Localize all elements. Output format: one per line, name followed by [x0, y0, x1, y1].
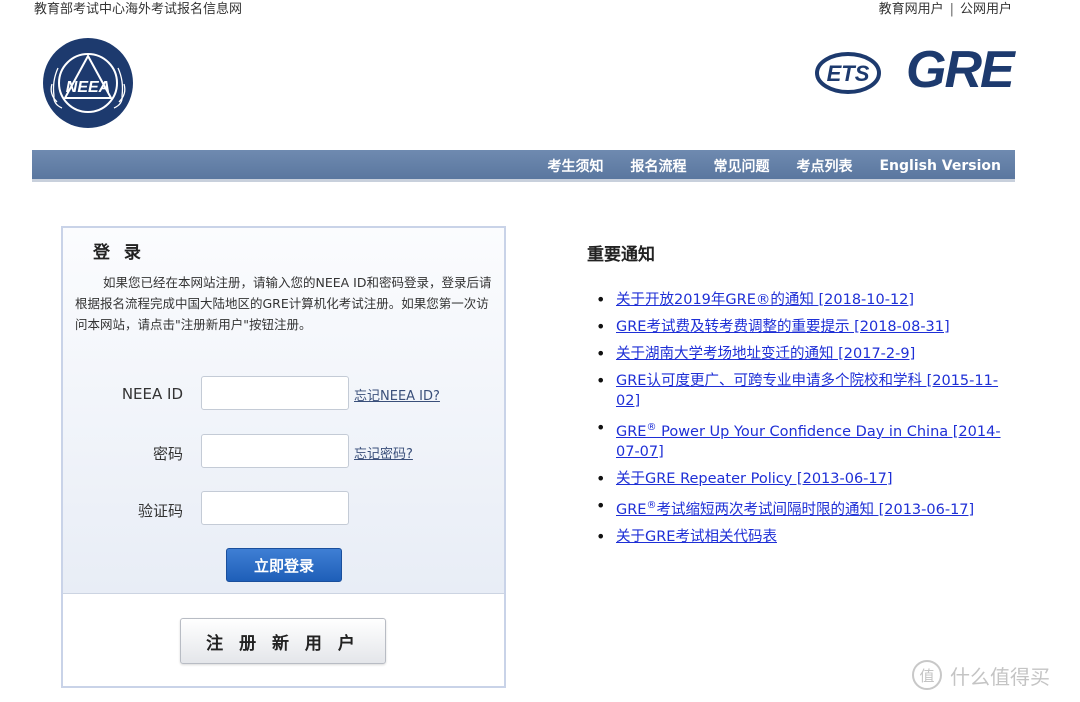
registered-mark: ®	[646, 422, 657, 433]
public-user-link[interactable]: 公网用户	[960, 2, 1012, 17]
registered-mark: ®	[646, 499, 657, 511]
notice-link-part: Power Up Your Confidence Day in China [2…	[616, 423, 1001, 460]
password-label: 密码	[152, 445, 183, 463]
login-form-area: 登 录 如果您已经在本网站注册，请输入您的NEEA ID和密码登录，登录后请根据…	[63, 228, 504, 594]
notice-link[interactable]: 关于GRE Repeater Policy [2013-06-17]	[616, 471, 893, 487]
notice-link[interactable]: 关于GRE考试相关代码表	[616, 529, 777, 545]
password-input[interactable]	[201, 434, 349, 468]
nav-english-version[interactable]: English Version	[879, 158, 1001, 174]
notice-link-part: GRE	[616, 423, 647, 440]
nav-faq[interactable]: 常见问题	[713, 156, 769, 176]
nav-items: 考生须知 报名流程 常见问题 考点列表 English Version	[520, 150, 1001, 182]
notice-link[interactable]: GRE®考试缩短两次考试间隔时限的通知 [2013-06-17]	[616, 499, 975, 518]
svg-text:NEEA: NEEA	[66, 79, 110, 96]
watermark-icon: 值	[912, 660, 942, 690]
site-name: 教育部考试中心海外考试报名信息网	[34, 2, 243, 17]
list-item: 关于开放2019年GRE®的通知 [2018-10-12]	[596, 290, 1011, 310]
nav-exam-notes[interactable]: 考生须知	[547, 156, 603, 176]
notices-list: 关于开放2019年GRE®的通知 [2018-10-12] GRE考试费及转考费…	[596, 290, 1011, 554]
notice-link-part: GRE	[616, 501, 647, 518]
neea-logo: NEEA	[43, 38, 133, 128]
notice-link[interactable]: 关于湖南大学考场地址变迁的通知 [2017-2-9]	[616, 346, 915, 362]
notice-link[interactable]: GRE认可度更广、可跨专业申请多个院校和学科 [2015-11-02]	[616, 373, 998, 409]
gre-logo: GRE	[906, 41, 1015, 99]
login-panel: 登 录 如果您已经在本网站注册，请输入您的NEEA ID和密码登录，登录后请根据…	[61, 226, 506, 688]
watermark: 值 什么值得买	[912, 660, 1050, 690]
user-links: 教育网用户 | 公网用户	[879, 0, 1012, 17]
list-item: GRE®考试缩短两次考试间隔时限的通知 [2013-06-17]	[596, 496, 1011, 520]
notice-link-part: 考试缩短两次考试间隔时限的通知 [2013-06-17]	[656, 501, 975, 518]
login-title: 登 录	[93, 243, 145, 263]
login-button[interactable]: 立即登录	[226, 548, 342, 582]
list-item: 关于GRE Repeater Policy [2013-06-17]	[596, 469, 1011, 489]
link-separator: |	[949, 2, 954, 17]
nav-registration-process[interactable]: 报名流程	[630, 156, 686, 176]
notice-link[interactable]: 关于开放2019年GRE®的通知 [2018-10-12]	[616, 292, 914, 308]
watermark-text: 什么值得买	[950, 664, 1050, 689]
captcha-input[interactable]	[201, 491, 349, 525]
list-item: 关于湖南大学考场地址变迁的通知 [2017-2-9]	[596, 344, 1011, 364]
notices-title: 重要通知	[587, 245, 655, 265]
notice-link[interactable]: GRE® Power Up Your Confidence Day in Chi…	[616, 422, 1001, 460]
login-description: 如果您已经在本网站注册，请输入您的NEEA ID和密码登录，登录后请根据报名流程…	[75, 275, 492, 332]
forgot-password-link[interactable]: 忘记密码?	[354, 443, 413, 462]
forgot-neea-id-link[interactable]: 忘记NEEA ID?	[354, 385, 440, 404]
notice-link[interactable]: GRE考试费及转考费调整的重要提示 [2018-08-31]	[616, 319, 950, 335]
captcha-label: 验证码	[137, 502, 183, 520]
edu-user-link[interactable]: 教育网用户	[879, 2, 944, 17]
neea-id-label: NEEA ID	[121, 385, 183, 403]
nav-test-centers[interactable]: 考点列表	[796, 156, 852, 176]
register-new-user-button[interactable]: 注 册 新 用 户	[180, 618, 386, 664]
main-navbar: 考生须知 报名流程 常见问题 考点列表 English Version	[32, 150, 1015, 182]
list-item: 关于GRE考试相关代码表	[596, 527, 1011, 547]
list-item: GRE认可度更广、可跨专业申请多个院校和学科 [2015-11-02]	[596, 371, 1011, 411]
ets-logo: ETS	[815, 52, 881, 94]
list-item: GRE® Power Up Your Confidence Day in Chi…	[596, 418, 1011, 462]
neea-id-input[interactable]	[201, 376, 349, 410]
svg-text:ETS: ETS	[827, 61, 870, 86]
list-item: GRE考试费及转考费调整的重要提示 [2018-08-31]	[596, 317, 1011, 337]
